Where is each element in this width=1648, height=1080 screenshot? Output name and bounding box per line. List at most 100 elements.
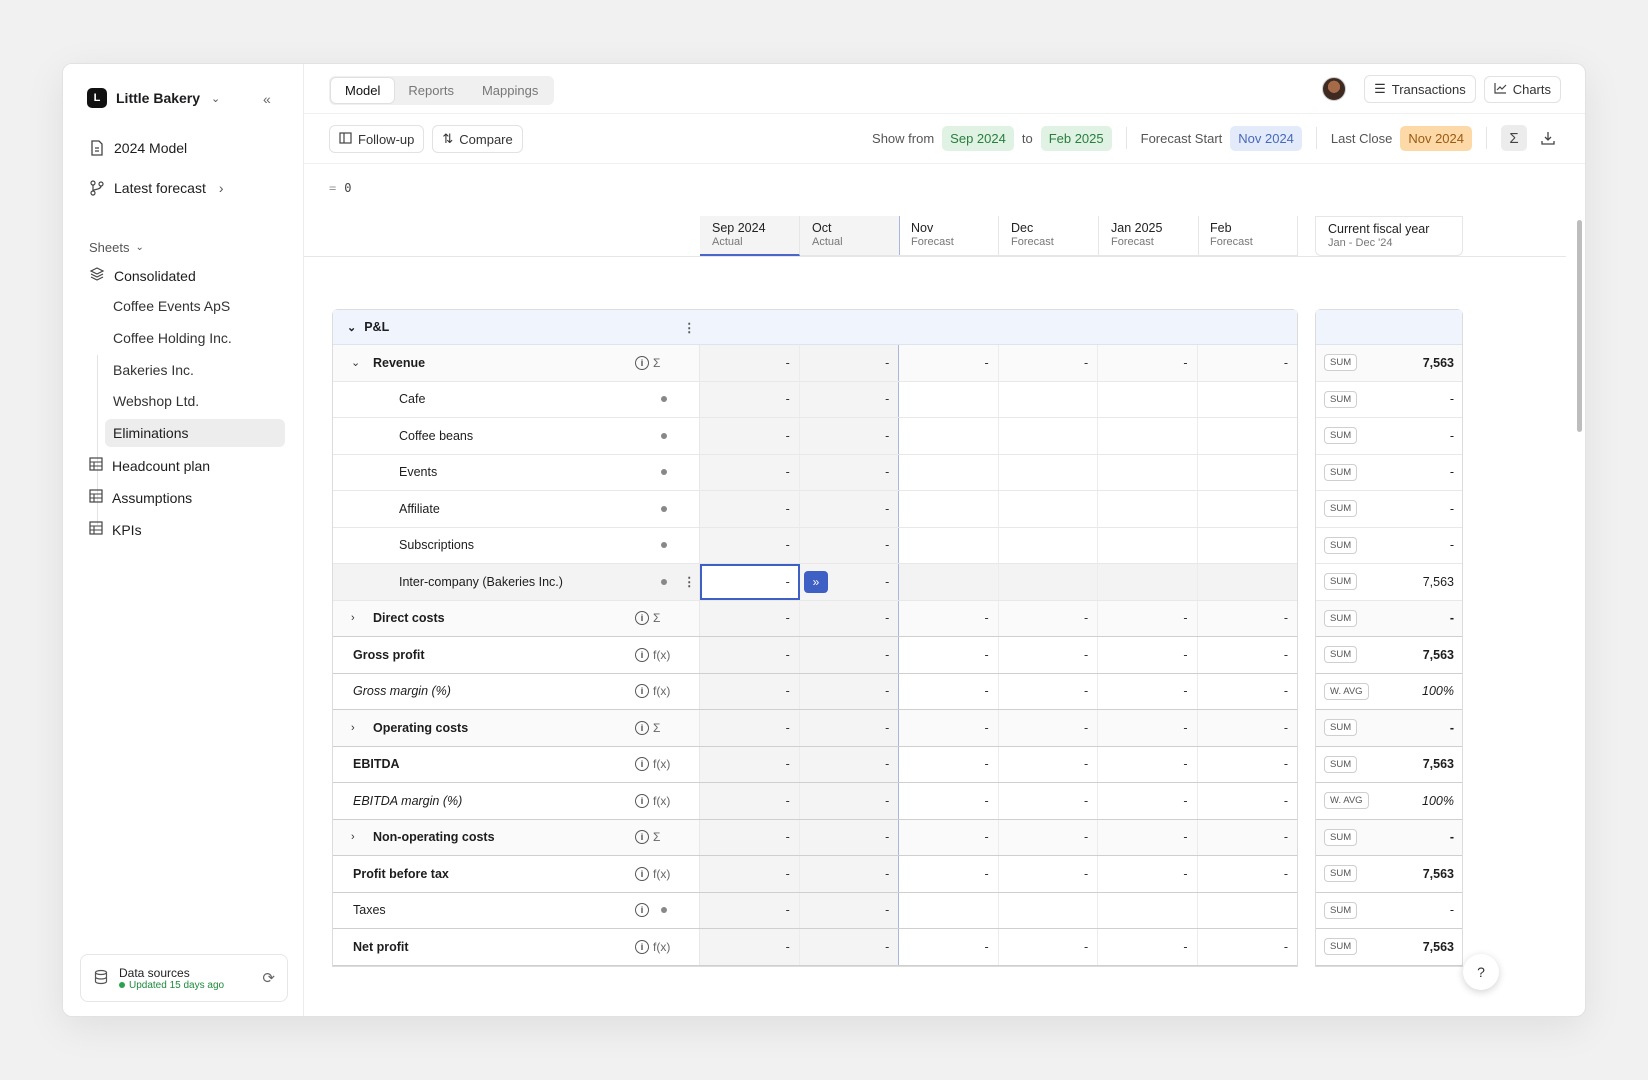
table-row[interactable]: Cafe - - bbox=[333, 381, 1297, 418]
table-row[interactable]: Inter-company (Bakeries Inc.) ⋮ - -» bbox=[333, 564, 1297, 601]
follow-up-button[interactable]: Follow-up bbox=[329, 125, 425, 153]
aggregation-badge[interactable]: W. AVG bbox=[1324, 792, 1369, 810]
table-cell[interactable]: - bbox=[999, 783, 1099, 819]
aggregation-badge[interactable]: W. AVG bbox=[1324, 682, 1369, 700]
table-cell[interactable] bbox=[1198, 893, 1297, 929]
compare-button[interactable]: ⇅ Compare bbox=[432, 125, 523, 153]
fill-right-button[interactable]: » bbox=[804, 571, 828, 593]
row-label-cell[interactable]: › Non-operating costs i Σ bbox=[333, 819, 701, 855]
nav-latest-forecast[interactable]: Latest forecast › bbox=[89, 180, 224, 196]
table-cell[interactable]: - bbox=[1098, 856, 1198, 892]
sheet-headcount[interactable]: Headcount plan bbox=[89, 457, 210, 474]
sheet-eliminations[interactable]: Eliminations bbox=[105, 419, 285, 447]
table-row[interactable]: Taxes i - - bbox=[333, 892, 1297, 929]
vertical-scrollbar[interactable] bbox=[1575, 216, 1585, 1016]
help-button[interactable]: ? bbox=[1463, 954, 1499, 990]
table-cell[interactable]: - bbox=[999, 929, 1099, 965]
table-cell[interactable]: - bbox=[999, 637, 1099, 673]
table-cell[interactable]: - bbox=[799, 381, 900, 417]
tab-model[interactable]: Model bbox=[331, 78, 395, 103]
table-cell[interactable]: - bbox=[1198, 345, 1297, 381]
info-icon[interactable]: i bbox=[635, 830, 649, 845]
table-row[interactable]: Gross margin (%) i f(x) - - - - - - bbox=[333, 673, 1297, 710]
chevron-right-icon[interactable]: › bbox=[351, 722, 355, 734]
data-sources-panel[interactable]: Data sources Updated 15 days ago ⟳ bbox=[80, 954, 288, 1002]
table-cell[interactable]: - bbox=[700, 673, 800, 709]
table-cell[interactable]: - bbox=[999, 819, 1099, 855]
info-icon[interactable]: i bbox=[635, 866, 649, 881]
table-cell[interactable]: - bbox=[700, 418, 800, 454]
table-cell[interactable]: - bbox=[999, 746, 1099, 782]
table-row[interactable]: EBITDA margin (%) i f(x) - - - - - - bbox=[333, 783, 1297, 820]
info-icon[interactable]: i bbox=[635, 647, 649, 662]
column-header[interactable]: Oct Actual bbox=[800, 216, 900, 256]
row-label-cell[interactable]: EBITDA margin (%) i f(x) bbox=[333, 783, 701, 819]
column-header[interactable]: Feb Forecast bbox=[1198, 216, 1298, 256]
table-cell[interactable]: - bbox=[799, 600, 900, 636]
info-icon[interactable]: i bbox=[635, 939, 649, 954]
sheet-kpis[interactable]: KPIs bbox=[89, 521, 142, 538]
row-label-cell[interactable]: Net profit i f(x) bbox=[333, 929, 701, 965]
download-icon[interactable] bbox=[1535, 125, 1561, 151]
info-icon[interactable]: i bbox=[635, 355, 649, 370]
aggregation-badge[interactable]: SUM bbox=[1324, 427, 1358, 445]
table-cell[interactable] bbox=[999, 381, 1099, 417]
row-label-cell[interactable]: Affiliate bbox=[333, 491, 701, 527]
info-icon[interactable]: i bbox=[635, 611, 649, 626]
table-cell[interactable]: - bbox=[1098, 710, 1198, 746]
table-row[interactable]: Profit before tax i f(x) - - - - - - bbox=[333, 856, 1297, 893]
info-icon[interactable]: i bbox=[635, 757, 649, 772]
table-cell[interactable]: - bbox=[899, 673, 999, 709]
column-header[interactable]: Jan 2025 Forecast bbox=[1099, 216, 1199, 256]
info-icon[interactable]: i bbox=[635, 793, 649, 808]
table-cell[interactable] bbox=[899, 564, 999, 600]
pl-section-header[interactable]: ⌄ P&L ⋮ bbox=[333, 310, 1297, 345]
table-cell[interactable]: - bbox=[1098, 637, 1198, 673]
show-to-picker[interactable]: Feb 2025 bbox=[1040, 125, 1112, 151]
table-cell[interactable] bbox=[899, 381, 999, 417]
column-header[interactable]: Dec Forecast bbox=[999, 216, 1099, 256]
sheet-coffee-holding[interactable]: Coffee Holding Inc. bbox=[113, 330, 232, 346]
table-row[interactable]: › Operating costs i Σ - - - - - - bbox=[333, 710, 1297, 747]
table-cell[interactable] bbox=[999, 418, 1099, 454]
table-cell[interactable]: - bbox=[700, 746, 800, 782]
table-cell[interactable]: - bbox=[1198, 929, 1297, 965]
table-cell[interactable]: - bbox=[799, 418, 900, 454]
table-row[interactable]: Gross profit i f(x) - - - - - - bbox=[333, 637, 1297, 674]
show-from-picker[interactable]: Sep 2024 bbox=[942, 125, 1014, 151]
row-label-cell[interactable]: Inter-company (Bakeries Inc.) ⋮ bbox=[333, 564, 701, 600]
table-cell[interactable]: - bbox=[799, 454, 900, 490]
row-label-cell[interactable]: Coffee beans bbox=[333, 418, 701, 454]
sheet-consolidated[interactable]: Consolidated bbox=[89, 266, 196, 285]
table-cell[interactable] bbox=[1198, 418, 1297, 454]
table-cell[interactable]: - bbox=[899, 929, 999, 965]
table-cell[interactable]: - bbox=[700, 637, 800, 673]
table-cell[interactable]: - bbox=[799, 637, 900, 673]
row-label-cell[interactable]: EBITDA i f(x) bbox=[333, 746, 701, 782]
aggregation-badge[interactable]: SUM bbox=[1324, 609, 1358, 627]
chevron-right-icon[interactable]: › bbox=[351, 831, 355, 843]
aggregation-badge[interactable]: SUM bbox=[1324, 500, 1358, 518]
table-cell[interactable]: - bbox=[899, 345, 999, 381]
table-cell[interactable] bbox=[1098, 491, 1198, 527]
table-cell[interactable]: - bbox=[1198, 783, 1297, 819]
sheets-section-toggle[interactable]: Sheets ⌄ bbox=[89, 240, 144, 255]
table-cell[interactable]: - bbox=[899, 637, 999, 673]
table-row[interactable]: Coffee beans - - bbox=[333, 418, 1297, 455]
table-row[interactable]: ⌄ Revenue i Σ - - - - - - bbox=[333, 345, 1297, 382]
table-cell[interactable] bbox=[1098, 418, 1198, 454]
aggregation-badge[interactable]: SUM bbox=[1324, 828, 1358, 846]
table-row[interactable]: EBITDA i f(x) - - - - - - bbox=[333, 746, 1297, 783]
table-cell[interactable]: - bbox=[1098, 673, 1198, 709]
table-cell[interactable]: - bbox=[999, 600, 1099, 636]
table-cell[interactable]: - bbox=[799, 856, 900, 892]
sheet-coffee-events[interactable]: Coffee Events ApS bbox=[113, 298, 230, 314]
sheet-webshop[interactable]: Webshop Ltd. bbox=[113, 393, 199, 409]
transactions-button[interactable]: ☰ Transactions bbox=[1364, 75, 1476, 103]
table-cell[interactable]: - bbox=[799, 673, 900, 709]
table-cell[interactable] bbox=[1198, 455, 1297, 491]
charts-button[interactable]: Charts bbox=[1483, 75, 1561, 103]
table-cell[interactable] bbox=[999, 892, 1099, 928]
aggregation-badge[interactable]: SUM bbox=[1324, 901, 1358, 919]
table-cell[interactable]: - bbox=[1198, 601, 1297, 637]
